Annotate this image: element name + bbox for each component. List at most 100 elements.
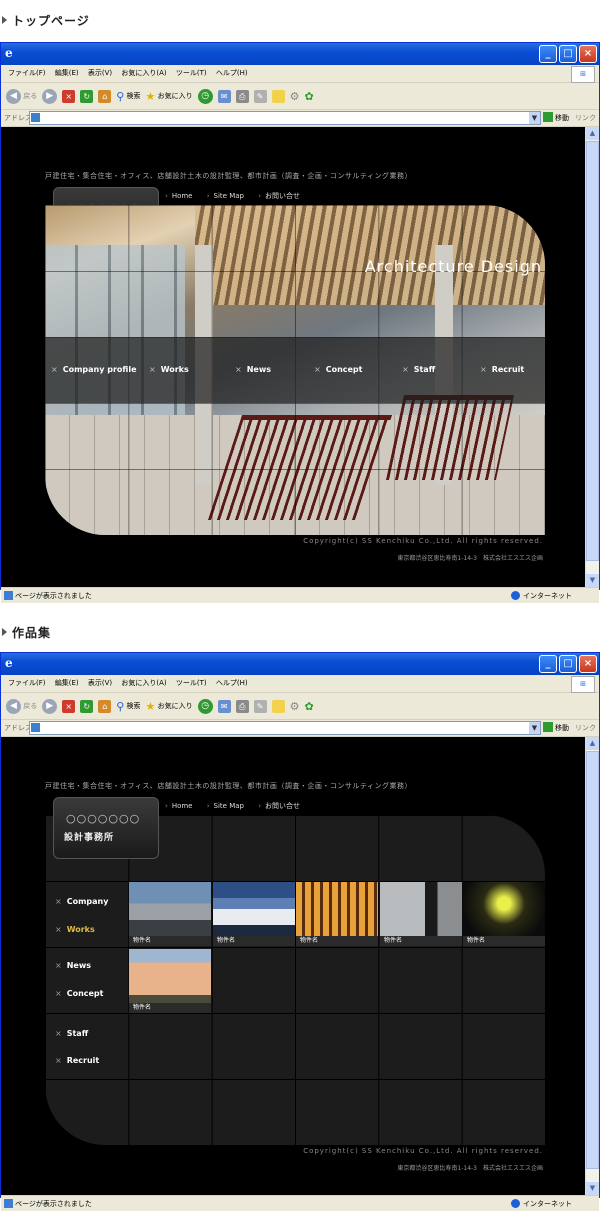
menu-tools[interactable]: ツール(T) (176, 65, 207, 82)
menu-help[interactable]: ヘルプ(H) (216, 675, 248, 692)
scroll-up-arrow-icon[interactable]: ▲ (586, 127, 599, 140)
nav-concept[interactable]: Concept (314, 365, 363, 374)
side-nav-staff[interactable]: Staff (55, 1029, 88, 1038)
edit-button[interactable]: ✎ (253, 699, 267, 713)
address-input[interactable]: ▼ (29, 111, 541, 125)
close-button[interactable]: × (579, 45, 597, 63)
forward-button[interactable]: ▶ (42, 698, 58, 714)
minimize-button[interactable]: _ (539, 45, 557, 63)
nav-staff[interactable]: Staff (402, 365, 435, 374)
history-button[interactable]: ◷ (197, 698, 213, 714)
research-icon: ⚙ (289, 699, 300, 713)
discuss-button[interactable] (271, 89, 285, 103)
links-button[interactable]: リンク (575, 113, 596, 123)
address-bar: アドレス(D) ▼ 移動 リンク (1, 720, 599, 737)
favorites-button[interactable]: ★ お気に入り (146, 90, 193, 103)
history-button[interactable]: ◷ (197, 88, 213, 104)
chevron-down-icon[interactable]: ▼ (529, 722, 540, 734)
scroll-thumb[interactable] (586, 141, 599, 561)
edit-button[interactable]: ✎ (253, 89, 267, 103)
go-button[interactable]: 移動 (543, 722, 569, 733)
forward-button[interactable]: ▶ (42, 88, 58, 104)
nav-company-profile[interactable]: Company profile (51, 365, 137, 374)
scrollbar[interactable]: ▲ ▼ (585, 737, 599, 1195)
home-button[interactable]: ⌂ (98, 699, 112, 713)
hero-image: Architecture Design Company profile Work… (45, 205, 545, 535)
menu-favorites[interactable]: お気に入り(A) (121, 675, 166, 692)
menu-view[interactable]: 表示(V) (88, 65, 112, 82)
side-nav-works[interactable]: Works (55, 925, 95, 934)
topnav-contact[interactable]: お問い合せ (258, 192, 300, 200)
close-button[interactable]: × (579, 655, 597, 673)
menu-favorites[interactable]: お気に入り(A) (121, 65, 166, 82)
messenger-button[interactable]: ✿ (305, 90, 314, 103)
work-thumbnail[interactable]: 物件名 (129, 949, 211, 1013)
go-button[interactable]: 移動 (543, 112, 569, 123)
topnav-home[interactable]: Home (165, 802, 192, 810)
page-viewport: 戸建住宅・集合住宅・オフィス、店舗設計土木の設計監理、都市計画（調査・企画・コン… (1, 127, 599, 587)
address-bar: アドレス(D) ▼ 移動 リンク (1, 110, 599, 127)
stop-button[interactable]: × (62, 699, 76, 713)
minimize-button[interactable]: _ (539, 655, 557, 673)
messenger-button[interactable]: ✿ (305, 700, 314, 713)
print-button[interactable]: ⎙ (235, 699, 249, 713)
topnav-home[interactable]: Home (165, 192, 192, 200)
topnav-sitemap[interactable]: Site Map (207, 802, 244, 810)
links-button[interactable]: リンク (575, 723, 596, 733)
menu-file[interactable]: ファイル(F) (8, 675, 46, 692)
topnav-contact[interactable]: お問い合せ (258, 802, 300, 810)
stop-icon: × (62, 699, 76, 713)
edit-icon: ✎ (253, 699, 267, 713)
scroll-up-arrow-icon[interactable]: ▲ (586, 737, 599, 750)
stop-button[interactable]: × (62, 89, 76, 103)
work-thumbnail[interactable]: 物件名 (296, 882, 378, 946)
discuss-button[interactable] (271, 699, 285, 713)
search-button[interactable]: ⚲ 検索 (116, 700, 140, 713)
menu-view[interactable]: 表示(V) (88, 675, 112, 692)
side-nav-company[interactable]: Company (55, 897, 109, 906)
nav-works[interactable]: Works (149, 365, 189, 374)
menu-edit[interactable]: 編集(E) (55, 65, 79, 82)
side-nav-recruit[interactable]: Recruit (55, 1056, 100, 1065)
home-icon: ⌂ (98, 89, 112, 103)
search-button[interactable]: ⚲ 検索 (116, 90, 140, 103)
topnav-sitemap[interactable]: Site Map (207, 192, 244, 200)
work-caption: 物件名 (463, 936, 545, 946)
home-button[interactable]: ⌂ (98, 89, 112, 103)
menu-edit[interactable]: 編集(E) (55, 675, 79, 692)
side-nav-news[interactable]: News (55, 961, 91, 970)
research-button[interactable]: ⚙ (290, 90, 300, 103)
scroll-thumb[interactable] (586, 751, 599, 1169)
address-input[interactable]: ▼ (29, 721, 541, 735)
nav-recruit[interactable]: Recruit (480, 365, 525, 374)
scroll-down-arrow-icon[interactable]: ▼ (586, 1182, 599, 1195)
work-thumbnail[interactable]: 物件名 (213, 882, 295, 946)
menu-help[interactable]: ヘルプ(H) (216, 65, 248, 82)
refresh-button[interactable]: ↻ (80, 89, 94, 103)
favorites-button[interactable]: ★ お気に入り (146, 700, 193, 713)
maximize-button[interactable]: □ (559, 45, 577, 63)
research-button[interactable]: ⚙ (290, 700, 300, 713)
title-bar[interactable]: e _ □ × (1, 43, 599, 65)
mail-button[interactable]: ✉ (217, 699, 231, 713)
print-button[interactable]: ⎙ (235, 89, 249, 103)
work-thumbnail[interactable]: 物件名 (463, 882, 545, 946)
refresh-button[interactable]: ↻ (80, 699, 94, 713)
scrollbar[interactable]: ▲ ▼ (585, 127, 599, 587)
ie-icon: e (5, 656, 13, 670)
maximize-button[interactable]: □ (559, 655, 577, 673)
menu-tools[interactable]: ツール(T) (176, 675, 207, 692)
side-nav-concept[interactable]: Concept (55, 989, 104, 998)
back-button[interactable]: ◀ 戻る (6, 88, 37, 104)
site-logo[interactable]: ○○○○○○○ 設計事務所 (53, 797, 159, 859)
title-bar[interactable]: e _ □ × (1, 653, 599, 675)
work-thumbnail[interactable]: 物件名 (380, 882, 462, 946)
work-thumbnail[interactable]: 物件名 (129, 882, 211, 946)
scroll-down-arrow-icon[interactable]: ▼ (586, 574, 599, 587)
nav-news[interactable]: News (235, 365, 271, 374)
mail-button[interactable]: ✉ (217, 89, 231, 103)
back-arrow-icon: ◀ (6, 88, 21, 104)
menu-file[interactable]: ファイル(F) (8, 65, 46, 82)
back-button[interactable]: ◀ 戻る (6, 698, 37, 714)
chevron-down-icon[interactable]: ▼ (529, 112, 540, 124)
